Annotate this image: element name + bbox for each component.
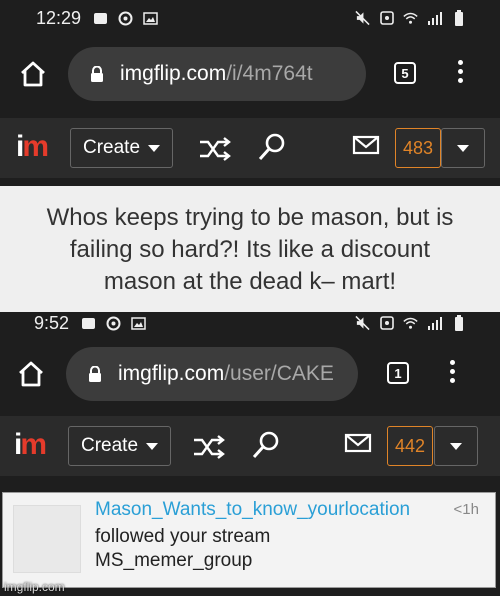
notification-icon	[93, 11, 108, 26]
imgflip-logo[interactable]: im	[16, 130, 49, 164]
create-button[interactable]: Create	[68, 426, 172, 466]
search-icon[interactable]	[256, 132, 290, 162]
top-screenshot: 12:29 imgflip.com/i/4m764t 5 im Create 4…	[0, 0, 500, 186]
notification-username-link[interactable]: Mason_Wants_to_know_yourlocation	[95, 499, 410, 521]
home-icon[interactable]	[18, 59, 48, 89]
mail-icon[interactable]	[344, 432, 378, 462]
battery-icon	[451, 315, 466, 331]
status-bar: 12:29	[0, 0, 500, 36]
imgflip-navbar: im Create 442	[0, 416, 500, 476]
tab-switcher-button[interactable]: 5	[394, 62, 416, 84]
menu-icon[interactable]	[457, 60, 463, 83]
menu-icon[interactable]	[449, 360, 455, 383]
image-icon	[131, 316, 146, 331]
notification-dropdown[interactable]	[434, 426, 478, 466]
mute-icon	[355, 10, 370, 26]
chevron-down-icon	[457, 144, 469, 152]
create-button-label: Create	[81, 435, 139, 456]
caption-line: failing so hard?! Its like a discount	[69, 236, 431, 263]
chevron-down-icon	[148, 144, 161, 152]
shuffle-icon[interactable]	[198, 134, 232, 164]
meme-caption: Whos keeps trying to be mason, but is fa…	[0, 186, 500, 312]
status-bar: 9:52	[0, 312, 500, 334]
avatar[interactable]	[13, 505, 81, 573]
imgflip-logo[interactable]: im	[14, 428, 47, 462]
caption-line: Whos keeps trying to be mason, but is	[46, 204, 454, 231]
imgflip-navbar: im Create 483	[0, 118, 500, 178]
url-text: imgflip.com/user/CAKE	[118, 362, 334, 385]
stream-name-link[interactable]: MS_memer_group	[95, 549, 270, 573]
notification-message: followed your stream	[95, 526, 271, 547]
battery-icon	[451, 10, 466, 26]
notification-icon	[81, 316, 96, 331]
lock-icon	[90, 65, 104, 82]
bottom-screenshot: 9:52 imgflip.com/user/CAKE 1 im Create 4…	[0, 312, 500, 596]
create-button-label: Create	[83, 137, 141, 158]
notification-text: followed your stream MS_memer_group	[95, 525, 270, 573]
signal-icon	[427, 316, 442, 331]
data-saver-icon	[379, 11, 394, 26]
notification-count[interactable]: 442	[387, 426, 433, 466]
chevron-down-icon	[146, 442, 159, 450]
lock-icon	[88, 365, 102, 382]
notification-count[interactable]: 483	[395, 128, 441, 168]
image-icon	[143, 11, 158, 26]
notification-item[interactable]: Mason_Wants_to_know_yourlocation <1h fol…	[2, 492, 496, 588]
home-icon[interactable]	[16, 359, 46, 389]
mute-icon	[355, 315, 370, 331]
wifi-icon	[403, 316, 418, 331]
tab-switcher-button[interactable]: 1	[387, 362, 409, 384]
browser-toolbar: imgflip.com/user/CAKE 1	[0, 338, 500, 410]
notification-time: <1h	[453, 501, 479, 518]
wifi-icon	[403, 11, 418, 26]
url-text: imgflip.com/i/4m764t	[120, 62, 313, 85]
data-saver-icon	[379, 316, 394, 331]
status-time: 12:29	[36, 7, 82, 28]
mail-icon[interactable]	[352, 134, 386, 164]
signal-icon	[427, 11, 442, 26]
chrome-icon	[118, 11, 133, 26]
address-bar[interactable]: imgflip.com/i/4m764t	[68, 47, 366, 101]
imgflip-watermark: imgflip.com	[4, 580, 65, 594]
chevron-down-icon	[450, 442, 462, 450]
notification-dropdown[interactable]	[441, 128, 485, 168]
address-bar[interactable]: imgflip.com/user/CAKE	[66, 347, 358, 401]
search-icon[interactable]	[250, 430, 284, 460]
caption-line: mason at the dead k– mart!	[103, 268, 397, 295]
create-button[interactable]: Create	[70, 128, 174, 168]
chrome-icon	[106, 316, 121, 331]
status-time: 9:52	[34, 312, 70, 333]
shuffle-icon[interactable]	[192, 432, 226, 462]
browser-toolbar: imgflip.com/i/4m764t 5	[0, 38, 500, 110]
